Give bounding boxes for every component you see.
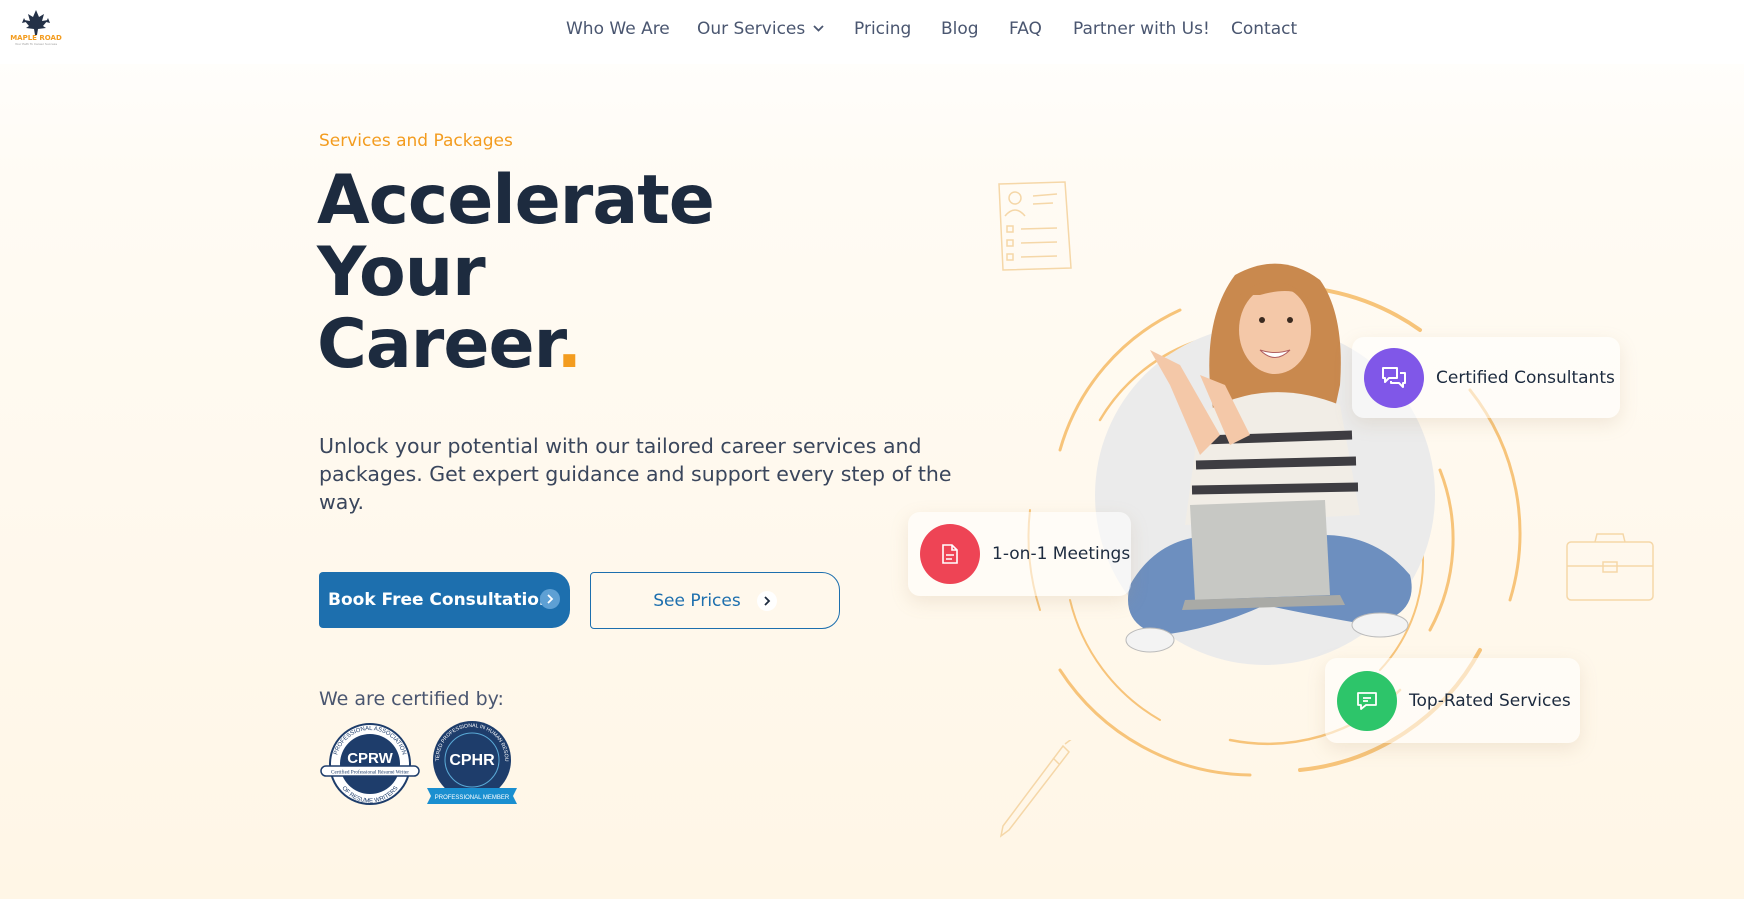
book-consultation-label: Book Free Consultation bbox=[328, 590, 552, 610]
feature-card-top-rated: Top-Rated Services bbox=[1325, 658, 1580, 743]
cprw-ribbon: Certified Professional Résumé Writer bbox=[331, 769, 409, 776]
nav-faq[interactable]: FAQ bbox=[1009, 19, 1042, 39]
nav-our-services-label: Our Services bbox=[697, 19, 806, 39]
headline-line-1: Accelerate bbox=[317, 161, 715, 240]
chevron-right-icon bbox=[540, 589, 560, 609]
headline-line-2: Your bbox=[317, 233, 486, 312]
chevron-right-icon bbox=[756, 590, 777, 611]
nav-our-services[interactable]: Our Services bbox=[697, 19, 824, 39]
message-icon bbox=[1337, 670, 1397, 731]
logo-text: MAPLE ROAD bbox=[10, 34, 62, 42]
cphr-badge: CHARTERED PROFESSIONAL IN HUMAN RESOURCE… bbox=[423, 720, 517, 804]
maple-leaf-icon bbox=[22, 10, 50, 35]
headline-line-3: Career. bbox=[317, 309, 714, 381]
chevron-down-icon bbox=[813, 25, 824, 32]
cprw-badge: CPRW Certified Professional Résumé Write… bbox=[320, 723, 420, 805]
feature-card-meetings: 1-on-1 Meetings bbox=[908, 512, 1131, 596]
feature-label: 1-on-1 Meetings bbox=[992, 544, 1131, 564]
logo-tagline: Your Path To Career Success bbox=[14, 42, 58, 46]
maple-road-logo[interactable]: MAPLE ROAD Your Path To Career Success bbox=[10, 8, 62, 48]
briefcase-doodle-icon bbox=[1566, 533, 1654, 601]
woman-with-laptop-image bbox=[1095, 263, 1435, 665]
headline-line-3-text: Career bbox=[317, 305, 557, 384]
see-prices-label: See Prices bbox=[653, 590, 741, 611]
nav-partner[interactable]: Partner with Us! bbox=[1073, 19, 1210, 39]
headline-dot: . bbox=[556, 305, 582, 384]
cprw-name: CPRW bbox=[347, 750, 393, 767]
hero-description: Unlock your potential with our tailored … bbox=[319, 434, 952, 514]
nav-contact[interactable]: Contact bbox=[1231, 19, 1297, 39]
nav-pricing[interactable]: Pricing bbox=[854, 19, 911, 39]
feature-card-certified-consultants: Certified Consultants bbox=[1352, 337, 1620, 418]
chat-bubbles-icon bbox=[1364, 347, 1424, 408]
pen-doodle-icon bbox=[999, 740, 1072, 838]
book-consultation-button[interactable]: Book Free Consultation bbox=[319, 572, 570, 628]
see-prices-button[interactable]: See Prices bbox=[590, 572, 840, 629]
feature-label: Certified Consultants bbox=[1436, 367, 1615, 388]
nav-blog[interactable]: Blog bbox=[941, 19, 979, 39]
cphr-name: CPHR bbox=[449, 752, 495, 769]
feature-label: Top-Rated Services bbox=[1409, 690, 1571, 711]
hero-eyebrow: Services and Packages bbox=[319, 131, 513, 151]
nav-who-we-are[interactable]: Who We Are bbox=[566, 19, 670, 39]
resume-doodle-icon bbox=[998, 181, 1072, 271]
certified-label: We are certified by: bbox=[319, 688, 504, 710]
hero-headline: Accelerate Your Career. bbox=[317, 161, 715, 381]
cphr-ribbon: PROFESSIONAL MEMBER bbox=[435, 795, 510, 801]
site-header: MAPLE ROAD Your Path To Career Success W… bbox=[0, 0, 1744, 64]
document-icon bbox=[920, 524, 980, 584]
